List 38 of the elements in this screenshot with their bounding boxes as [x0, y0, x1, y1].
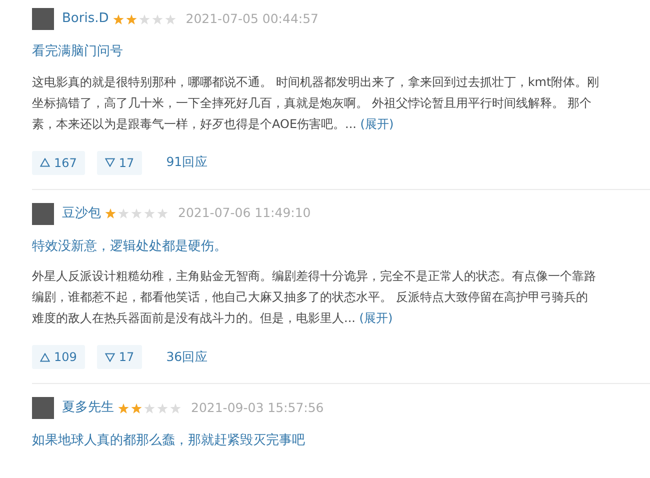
triangle-down-icon [104, 352, 115, 362]
star-empty-icon [118, 208, 129, 219]
star-filled-icon [105, 208, 116, 219]
star-empty-icon [144, 208, 155, 219]
replies-link[interactable]: 91回应 [166, 153, 208, 172]
review-time: 2021-07-05 00:44:57 [186, 10, 319, 28]
star-filled-icon [126, 14, 137, 24]
downvote-button[interactable]: 17 [96, 150, 142, 174]
review-time: 2021-09-03 15:57:56 [191, 398, 324, 417]
star-empty-icon [170, 402, 181, 414]
upvote-button[interactable]: 167 [32, 150, 85, 174]
expand-link[interactable]: (展开) [360, 116, 394, 130]
avatar-placeholder [32, 8, 54, 30]
star-empty-icon [157, 402, 168, 414]
user-name[interactable]: 夏多先生 [62, 398, 114, 418]
review-title[interactable]: 特效没新意，逻辑处处都是硬伤。 [32, 236, 650, 256]
star-filled-icon [131, 402, 142, 414]
avatar-placeholder [32, 397, 54, 419]
review-text: 外星人反派设计粗糙幼稚，主角贴金无智商。编剧差得十分诡异，完全不是正常人的状态。有点像一个靠路 编剧，谁都惹不起，都看他笑话，他自己大麻又抽多了的状态水平。 反派特点大致停留在高护甲弓骑兵的 难度的敌人在热兵器面前是没有战斗力的。但是，电影里人... (展开) [32, 268, 597, 327]
review-time: 2021-07-06 11:49:10 [178, 204, 311, 222]
star-filled-icon [118, 402, 129, 414]
triangle-up-icon [40, 352, 50, 362]
star-empty-icon [144, 402, 155, 414]
expand-link[interactable]: (展开) [359, 311, 393, 325]
user-name[interactable]: Boris.D [62, 9, 109, 29]
user-name[interactable]: 豆沙包 [62, 204, 101, 224]
upvote-button[interactable]: 109 [32, 345, 85, 369]
star-filled-icon [112, 14, 124, 24]
review-text: 这电影真的就是很特别那种，哪哪都说不通。 时间机器都发明出来了，拿来回到过去抓壮丁，kmt附体。刚 坐标搞错了，高了几十米，一下全摔死好几百，真就是炮灰啊。 外祖父悖论暂且用平行时间线解释。 那个 素，本来还以为是跟毒气一样，好歹也得是个AOE伤害吧。... (展开) [32, 74, 600, 132]
star-empty-icon [157, 208, 168, 219]
star-empty-icon [131, 208, 142, 219]
downvote-button[interactable]: 17 [96, 345, 142, 369]
replies-link[interactable]: 36回应 [166, 348, 208, 366]
triangle-up-icon [40, 158, 50, 167]
triangle-down-icon [104, 158, 115, 167]
review-title[interactable]: 如果地球人真的都那么蠢，那就赶紧毁灭完事吧 [32, 431, 650, 450]
review-title[interactable]: 看完满脑门问号 [32, 42, 650, 62]
avatar-placeholder [32, 202, 54, 224]
